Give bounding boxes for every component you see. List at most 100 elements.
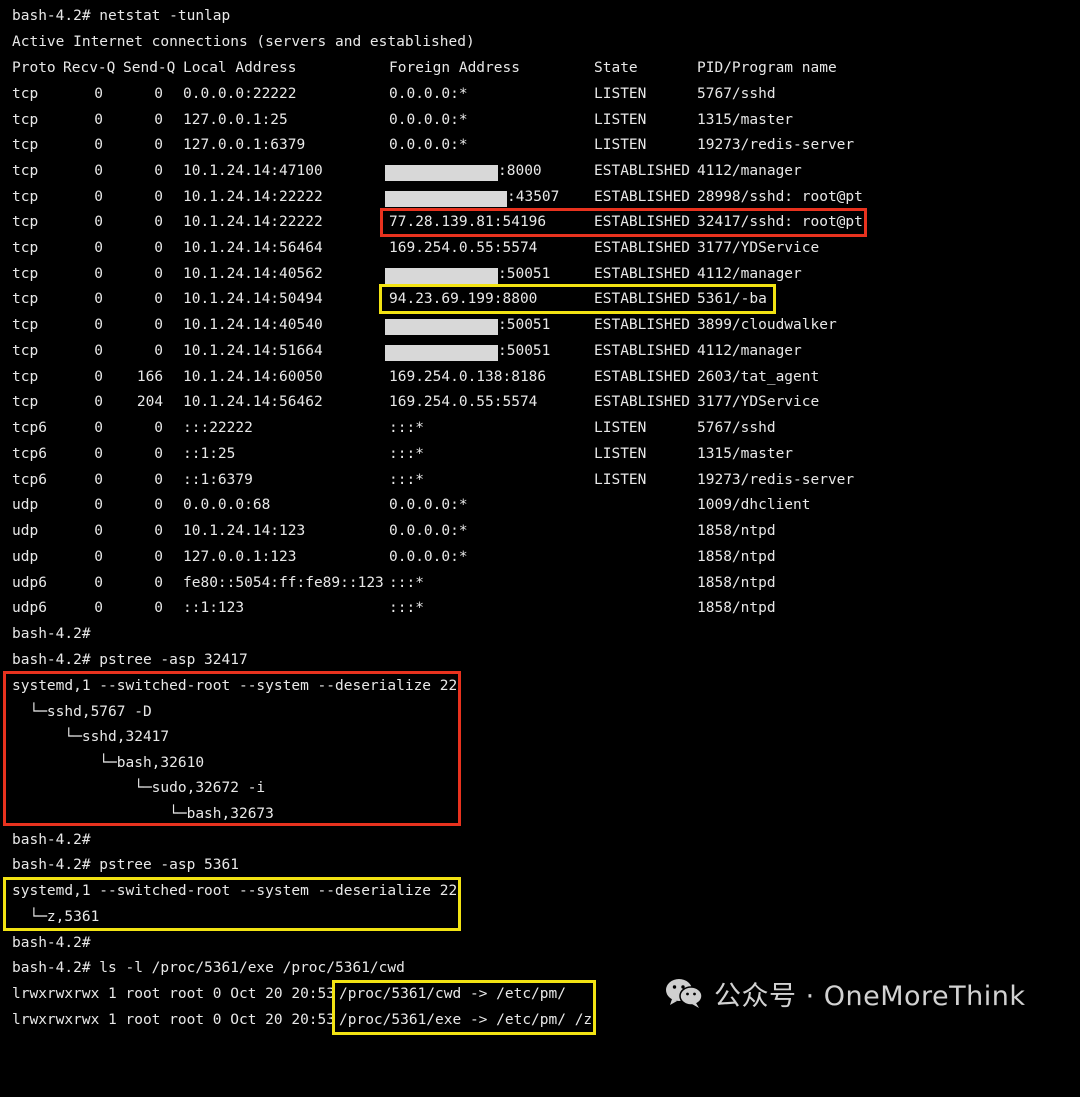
prompt-line: bash-4.2# — [12, 935, 91, 951]
cell-foreign-address: :::* — [389, 420, 424, 436]
cell-foreign-address: :50051 — [498, 266, 551, 282]
cell-proto: tcp — [12, 266, 39, 282]
cell-recv-q: 0 — [94, 523, 104, 539]
cell-foreign-address: 0.0.0.0:* — [389, 137, 468, 153]
cell-send-q: 0 — [154, 291, 164, 307]
cell-pid-program: 2603/tat_agent — [697, 369, 820, 385]
cell-pid-program: 5767/sshd — [697, 420, 776, 436]
cell-recv-q: 0 — [94, 137, 104, 153]
cell-send-q: 0 — [154, 112, 164, 128]
redacted-address-block — [385, 268, 498, 284]
cell-proto: tcp — [12, 214, 39, 230]
cell-recv-q: 0 — [94, 86, 104, 102]
cell-proto: tcp — [12, 163, 39, 179]
cell-foreign-address: :43507 — [507, 189, 560, 205]
cell-state: LISTEN — [594, 446, 647, 462]
cell-local-address: 10.1.24.14:22222 — [183, 214, 323, 230]
cell-send-q: 0 — [154, 549, 164, 565]
cell-foreign-address: 0.0.0.0:* — [389, 523, 468, 539]
cell-pid-program: 1858/ntpd — [697, 600, 776, 616]
cell-recv-q: 0 — [94, 497, 104, 513]
cell-pid-program: 3177/YDService — [697, 394, 820, 410]
cell-recv-q: 0 — [94, 369, 104, 385]
ls-output-row: lrwxrwxrwx 1 root root 0 Oct 20 20:53 /p… — [12, 983, 566, 1005]
cell-send-q: 0 — [154, 523, 164, 539]
cell-state: LISTEN — [594, 420, 647, 436]
cell-pid-program: 3177/YDService — [697, 240, 820, 256]
netstat-title: Active Internet connections (servers and… — [12, 34, 475, 50]
cell-pid-program: 19273/redis-server — [697, 137, 855, 153]
cell-proto: udp6 — [12, 600, 47, 616]
cell-foreign-address: :::* — [389, 575, 424, 591]
cell-recv-q: 0 — [94, 394, 104, 410]
cell-proto: tcp — [12, 343, 39, 359]
cell-local-address: 10.1.24.14:56462 — [183, 394, 323, 410]
terminal-window[interactable]: bash-4.2# netstat -tunlap Active Interne… — [0, 0, 1080, 1035]
cell-local-address: 0.0.0.0:68 — [183, 497, 271, 513]
command-line-pstree-32417: bash-4.2# pstree -asp 32417 — [12, 652, 248, 668]
cell-send-q: 0 — [154, 600, 164, 616]
cell-local-address: 127.0.0.1:123 — [183, 549, 297, 565]
cell-state: ESTABLISHED — [594, 240, 691, 256]
cell-foreign-address: :::* — [389, 472, 424, 488]
cell-local-address: ::1:6379 — [183, 472, 253, 488]
cell-proto: tcp6 — [12, 472, 47, 488]
cell-pid-program: 4112/manager — [697, 266, 802, 282]
cell-proto: tcp — [12, 317, 39, 333]
cell-state: ESTABLISHED — [594, 266, 691, 282]
netstat-header-row: Proto Recv-Q Send-Q Local Address Foreig… — [12, 57, 837, 79]
cell-proto: tcp6 — [12, 446, 47, 462]
cell-recv-q: 0 — [94, 317, 104, 333]
redacted-address-block — [385, 191, 507, 207]
header-recv-q: Recv-Q — [63, 60, 116, 76]
cell-send-q: 0 — [154, 189, 164, 205]
cell-pid-program: 4112/manager — [697, 163, 802, 179]
cell-send-q: 0 — [154, 472, 164, 488]
cell-recv-q: 0 — [94, 575, 104, 591]
cell-foreign-address: 0.0.0.0:* — [389, 112, 468, 128]
cell-recv-q: 0 — [94, 112, 104, 128]
cell-local-address: 10.1.24.14:123 — [183, 523, 306, 539]
prompt-line: bash-4.2# — [12, 626, 91, 642]
cell-pid-program: 1009/dhclient — [697, 497, 811, 513]
ls-perms: lrwxrwxrwx 1 root root 0 Oct 20 20:53 — [12, 1012, 336, 1028]
cell-pid-program: 1315/master — [697, 112, 794, 128]
cell-recv-q: 0 — [94, 189, 104, 205]
cell-pid-program: 5767/sshd — [697, 86, 776, 102]
cell-foreign-address: 0.0.0.0:* — [389, 497, 468, 513]
cell-pid-program: 19273/redis-server — [697, 472, 855, 488]
cell-foreign-address: :8000 — [498, 163, 542, 179]
redacted-address-block — [385, 319, 498, 335]
cell-state: ESTABLISHED — [594, 369, 691, 385]
cell-local-address: fe80::5054:ff:fe89::123 — [183, 575, 384, 591]
cell-local-address: 10.1.24.14:40540 — [183, 317, 323, 333]
cell-send-q: 0 — [154, 420, 164, 436]
cell-pid-program: 1315/master — [697, 446, 794, 462]
cell-recv-q: 0 — [94, 163, 104, 179]
cell-local-address: 10.1.24.14:22222 — [183, 189, 323, 205]
redacted-address-block — [385, 165, 498, 181]
watermark-text: 公众号 · OneMoreThink — [714, 980, 1026, 1012]
cell-proto: tcp — [12, 137, 39, 153]
command-line-pstree-5361: bash-4.2# pstree -asp 5361 — [12, 857, 239, 873]
cell-recv-q: 0 — [94, 343, 104, 359]
cell-send-q: 0 — [154, 163, 164, 179]
cell-pid-program: 4112/manager — [697, 343, 802, 359]
cell-state: ESTABLISHED — [594, 317, 691, 333]
cell-local-address: :::22222 — [183, 420, 253, 436]
cell-foreign-address: 169.254.0.55:5574 — [389, 240, 538, 256]
cell-proto: udp — [12, 497, 39, 513]
cell-foreign-address: 169.254.0.55:5574 — [389, 394, 538, 410]
cell-send-q: 0 — [154, 575, 164, 591]
cell-state: ESTABLISHED — [594, 189, 691, 205]
cell-recv-q: 0 — [94, 549, 104, 565]
cell-local-address: 10.1.24.14:50494 — [183, 291, 323, 307]
cell-proto: tcp — [12, 291, 39, 307]
cell-foreign-address: :50051 — [498, 317, 551, 333]
cell-local-address: 0.0.0.0:22222 — [183, 86, 297, 102]
cell-proto: udp — [12, 549, 39, 565]
prompt-line: bash-4.2# — [12, 832, 91, 848]
cell-send-q: 0 — [154, 214, 164, 230]
watermark: 公众号 · OneMoreThink — [664, 973, 1026, 1013]
cell-send-q: 0 — [154, 137, 164, 153]
